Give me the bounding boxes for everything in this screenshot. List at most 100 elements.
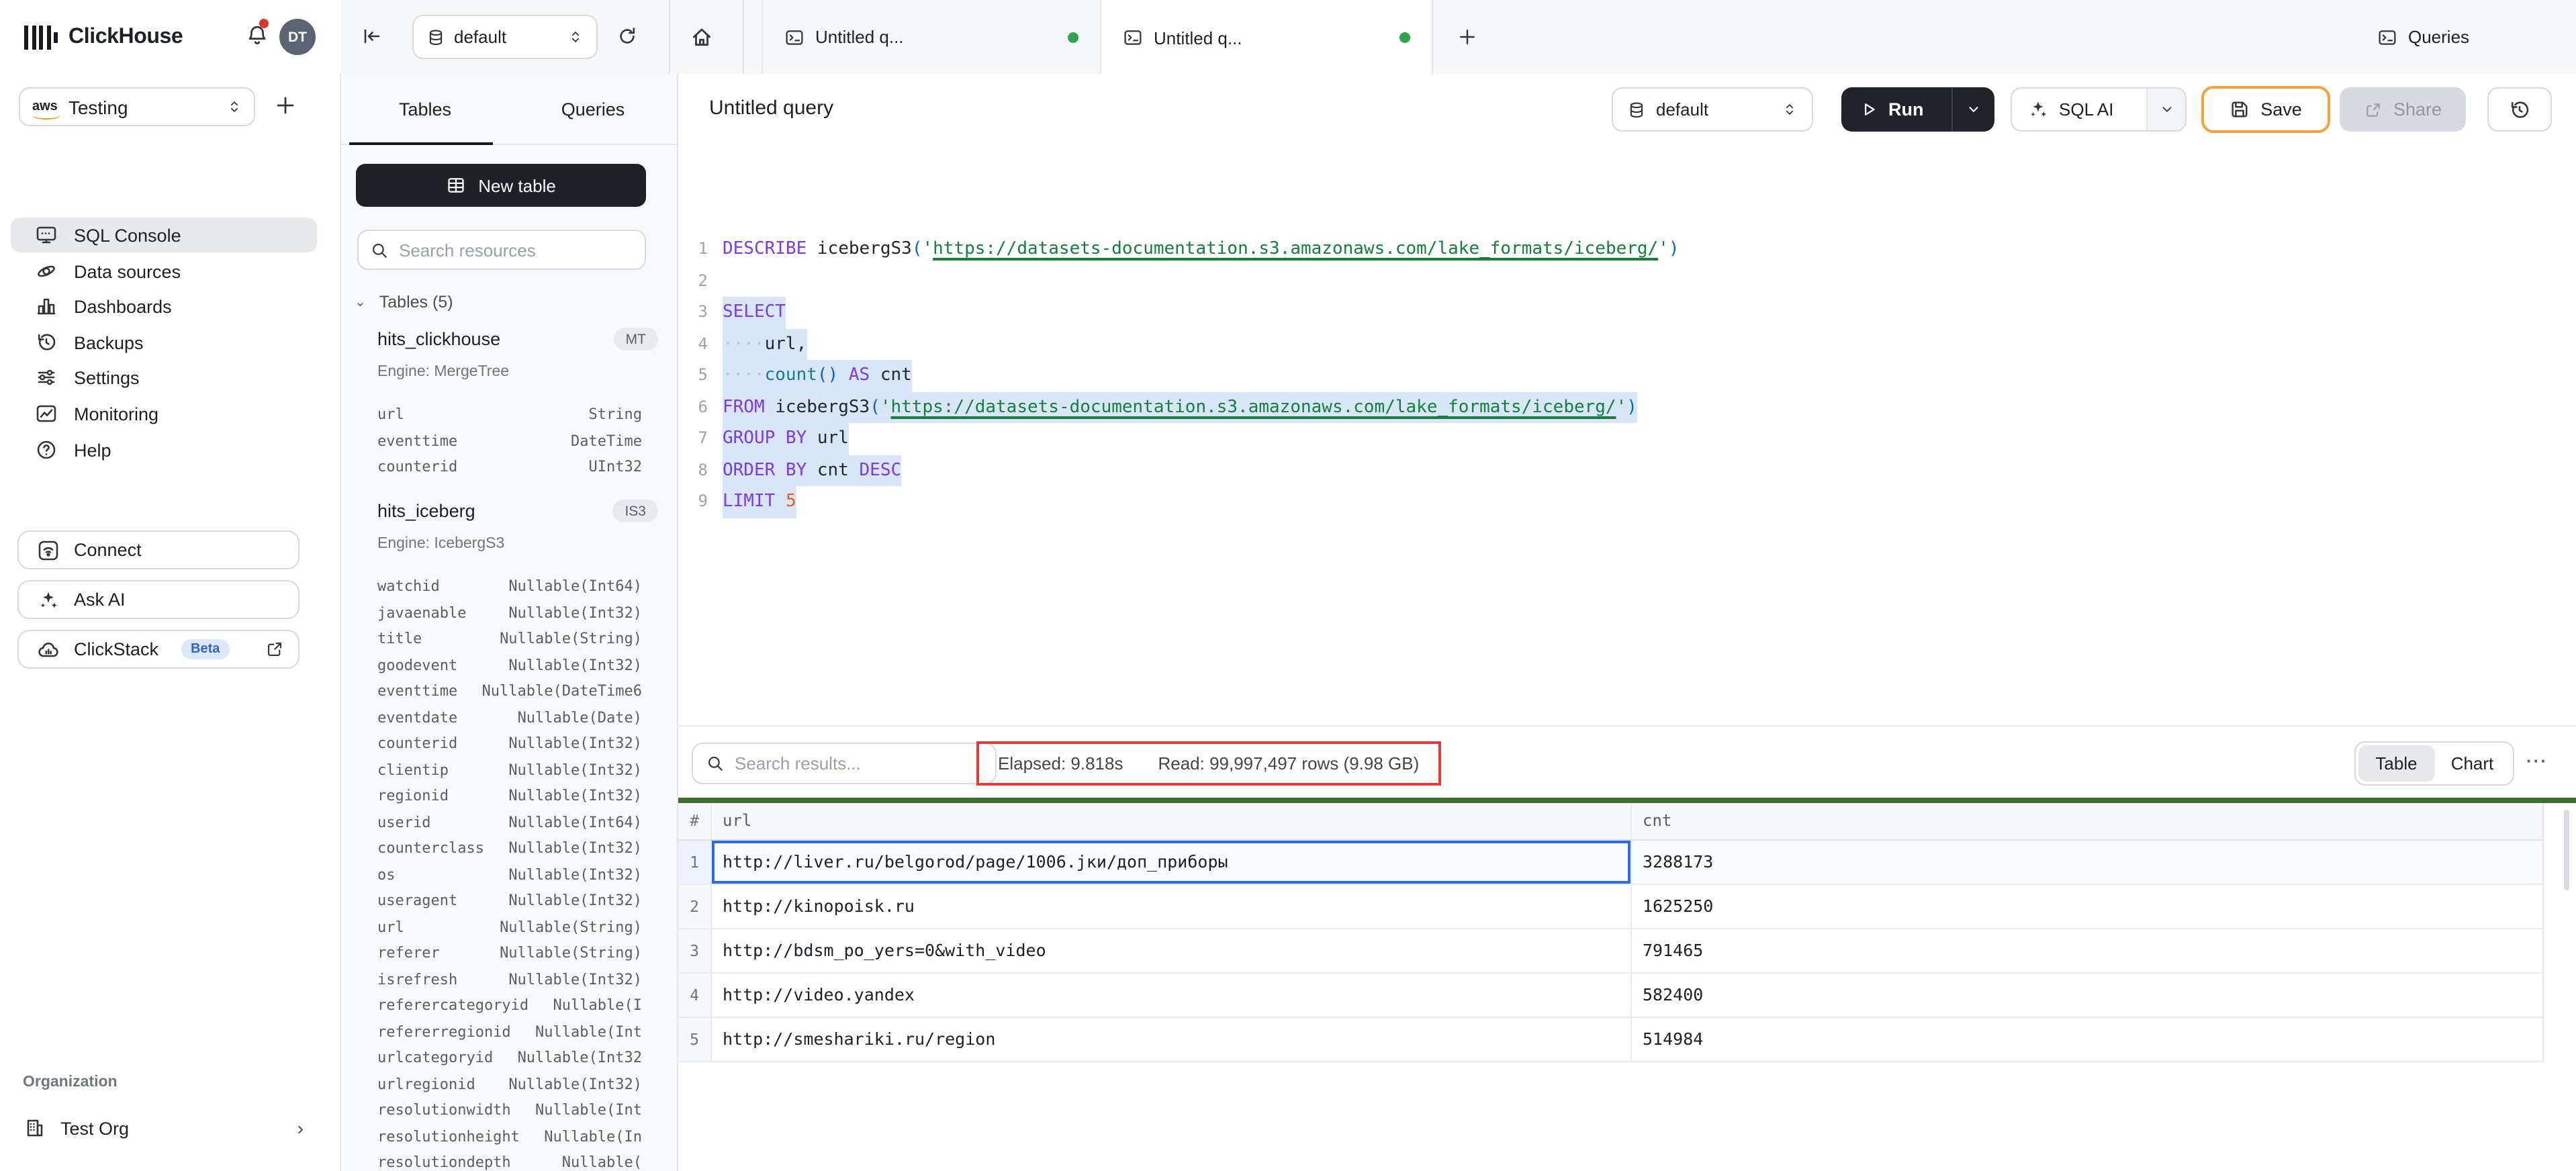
view-toggle-table[interactable]: Table <box>2358 745 2434 782</box>
search-resources-input[interactable]: Search resources <box>357 230 646 270</box>
queries-button[interactable]: Queries <box>2377 0 2469 74</box>
more-options-icon[interactable]: ··· <box>2526 751 2548 771</box>
sidebar-item-label: Data sources <box>74 261 181 281</box>
query-tab-2-active[interactable]: Untitled q... <box>1101 0 1433 75</box>
schema-column-row: urlcategoryidNullable(Int32 <box>377 1045 642 1071</box>
queries-button-label: Queries <box>2408 27 2469 47</box>
table-row[interactable]: 5http://smeshariki.ru/region514984 <box>678 1017 2544 1062</box>
sidebar-item-settings[interactable]: Settings <box>11 360 317 395</box>
new-table-button[interactable]: New table <box>356 164 646 207</box>
share-icon <box>2364 100 2383 119</box>
chevron-updown-icon <box>568 28 583 46</box>
table-item-hits-clickhouse[interactable]: hits_clickhouse MT <box>377 328 658 350</box>
table-row[interactable]: 2http://kinopoisk.ru1625250 <box>678 884 2544 929</box>
history-icon <box>35 332 58 353</box>
sidebar-item-label: Dashboards <box>74 296 172 316</box>
run-button[interactable]: Run <box>1841 87 1994 132</box>
table-name: hits_iceberg <box>377 501 475 521</box>
workspace-selector[interactable]: aws Testing <box>19 87 255 126</box>
workspace-name: Testing <box>68 96 128 118</box>
sidebar-item-label: Settings <box>74 367 140 387</box>
chevron-down-icon: ⌄ <box>355 295 366 310</box>
home-icon[interactable] <box>690 26 713 48</box>
selected-cell-outline <box>712 840 1630 883</box>
schema-column-row: goodeventNullable(Int32) <box>377 652 642 678</box>
query-toolbar: Untitled query default Run SQL AI <box>678 74 2576 145</box>
question-circle-icon <box>35 439 58 461</box>
schema-column-row: resolutionheightNullable(In <box>377 1123 642 1150</box>
sidebar-item-monitoring[interactable]: Monitoring <box>11 396 317 431</box>
column-header-num[interactable]: # <box>678 802 712 839</box>
query-history-button[interactable] <box>2487 87 2552 132</box>
query-tab-1[interactable]: Untitled q... <box>762 0 1101 74</box>
save-button[interactable]: Save <box>2201 86 2330 133</box>
top-bar: ClickHouse DT default Untitled q... <box>0 0 2576 75</box>
database-selector-editor[interactable]: default <box>1612 87 1813 132</box>
add-service-plus-icon[interactable] <box>274 94 297 117</box>
refresh-icon[interactable] <box>616 26 638 47</box>
clickstack-button[interactable]: ClickStack Beta <box>17 630 300 669</box>
sidebar-item-backups[interactable]: Backups <box>11 325 317 360</box>
table-row[interactable]: 4http://video.yandex582400 <box>678 973 2544 1017</box>
beta-badge: Beta <box>181 639 229 659</box>
column-header-cnt[interactable]: cnt <box>1632 802 2544 839</box>
sql-ai-chevron[interactable] <box>2146 89 2185 130</box>
schema-column-row: urlString <box>377 402 642 428</box>
run-options-chevron[interactable] <box>1951 87 1994 132</box>
sliders-icon <box>35 367 58 388</box>
sql-editor[interactable]: 1DESCRIBE icebergS3('https://datasets-do… <box>678 144 2576 725</box>
avatar[interactable]: DT <box>279 19 316 55</box>
chevron-updown-icon <box>1782 101 1797 118</box>
sidebar-item-sql-console[interactable]: SQL Console <box>11 218 317 252</box>
chevron-updown-icon <box>227 98 242 115</box>
elapsed-stat: Elapsed: 9.818s <box>998 753 1123 774</box>
external-link-icon <box>266 641 283 658</box>
results-scrollbar[interactable] <box>2564 810 2569 890</box>
organization-row[interactable]: Test Org › <box>11 1108 317 1148</box>
search-results-input[interactable]: Search results... <box>692 743 997 784</box>
table-row[interactable]: 3http://bdsm_po_yers=0&with_video791465 <box>678 929 2544 973</box>
tables-section-header[interactable]: ⌄ Tables (5) <box>355 293 453 312</box>
sidebar-item-data-sources[interactable]: Data sources <box>11 254 317 289</box>
chart-line-icon <box>35 403 58 424</box>
new-tab-plus-icon[interactable] <box>1457 27 1477 47</box>
database-selector-top[interactable]: default <box>412 15 598 59</box>
tab-queries[interactable]: Queries <box>509 74 677 144</box>
topbar-divider2 <box>743 0 744 74</box>
table-name: hits_clickhouse <box>377 329 500 349</box>
share-button[interactable]: Share <box>2340 87 2466 132</box>
sidebar-item-dashboards[interactable]: Dashboards <box>11 289 317 324</box>
collapse-sidebar-icon[interactable] <box>361 26 383 47</box>
wifi-icon <box>38 539 59 561</box>
chevron-right-icon: › <box>297 1117 304 1139</box>
table-item-hits-iceberg[interactable]: hits_iceberg IS3 <box>377 500 658 522</box>
save-icon <box>2229 99 2250 120</box>
schema-column-row: counteridNullable(Int32) <box>377 731 642 757</box>
database-selector-value: default <box>1656 99 1708 120</box>
view-toggle-chart[interactable]: Chart <box>2434 745 2510 782</box>
left-sidebar: aws Testing SQL Console Data sources Das… <box>0 74 341 1171</box>
connect-button[interactable]: Connect <box>17 530 300 569</box>
schema-column-row: clientipNullable(Int32) <box>377 757 642 783</box>
sql-ai-button[interactable]: SQL AI <box>2011 87 2187 132</box>
play-icon <box>1860 101 1878 118</box>
ask-ai-button[interactable]: Ask AI <box>17 580 300 619</box>
line-number: 5 <box>678 360 708 391</box>
table-grid-icon <box>446 176 466 195</box>
query-title[interactable]: Untitled query <box>709 97 833 120</box>
sidebar-item-help[interactable]: Help <box>11 432 317 467</box>
column-header-url[interactable]: url <box>712 802 1632 839</box>
monitor-icon <box>35 224 58 246</box>
view-toggle: Table Chart <box>2354 741 2514 786</box>
table-row[interactable]: 1http://liver.ru/belgorod/page/1006.jки/… <box>678 840 2544 884</box>
schema-column-row: refererNullable(String) <box>377 940 642 966</box>
brand-name: ClickHouse <box>68 25 183 49</box>
tab-tables[interactable]: Tables <box>341 74 509 144</box>
engine-label: Engine: MergeTree <box>377 364 509 380</box>
new-table-label: New table <box>478 175 556 195</box>
schema-column-row: titleNullable(String) <box>377 626 642 652</box>
database-selector-value: default <box>454 27 506 47</box>
line-number: 7 <box>678 423 708 455</box>
line-number: 3 <box>678 297 708 328</box>
sidebar-item-label: SQL Console <box>74 225 181 245</box>
